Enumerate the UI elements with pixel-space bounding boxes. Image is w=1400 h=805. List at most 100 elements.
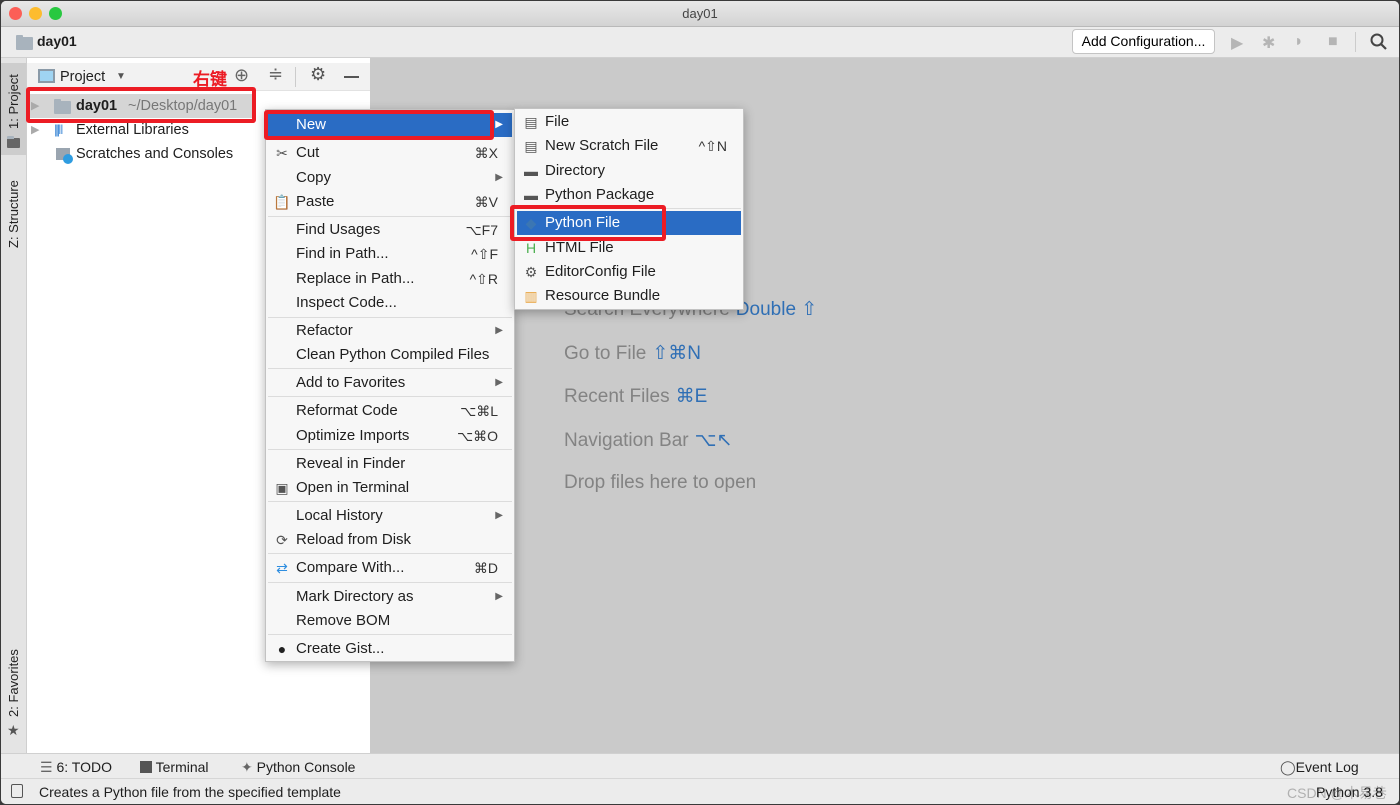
project-view-selector[interactable]: Project xyxy=(60,69,105,85)
shortcut-label: ⌥F7 xyxy=(465,222,498,238)
menu-item-label: New Scratch File xyxy=(545,137,659,154)
menu-item-reload-from-disk[interactable]: ⟳ Reload from Disk xyxy=(268,528,512,552)
todo-tab[interactable]: ☰ 6: TODO xyxy=(40,759,112,776)
debug-icon[interactable]: ✱ xyxy=(1262,33,1275,53)
menu-item-resource-bundle[interactable]: ▥ Resource Bundle xyxy=(517,284,741,308)
menu-item-mark-directory-as[interactable]: Mark Directory as ▶ xyxy=(268,585,512,609)
locate-icon[interactable]: ⊕ xyxy=(234,65,249,86)
annotation-box-new xyxy=(264,110,494,140)
shortcut-label: ^⇧R xyxy=(469,271,498,287)
zoom-button[interactable] xyxy=(49,7,62,20)
reload-icon: ⟳ xyxy=(276,532,288,548)
menu-item-replace-in-path[interactable]: Replace in Path... ^⇧R xyxy=(268,267,512,291)
menu-item-inspect-code[interactable]: Inspect Code... xyxy=(268,291,512,315)
submenu-arrow-icon: ▶ xyxy=(495,119,503,130)
breadcrumb-project[interactable]: day01 xyxy=(37,33,77,49)
menu-item-reveal-in-finder[interactable]: Reveal in Finder xyxy=(268,452,512,476)
menu-item-file[interactable]: ▤ File xyxy=(517,110,741,134)
annotation-box-project xyxy=(26,87,256,123)
menu-item-label: Local History xyxy=(296,507,383,524)
collapse-all-icon[interactable]: ≑ xyxy=(268,64,283,85)
divider xyxy=(295,67,296,87)
menu-item-local-history[interactable]: Local History ▶ xyxy=(268,504,512,528)
menu-item-label: Paste xyxy=(296,193,335,210)
tool-window-bar: ☰ 6: TODO Terminal ✦ Python Console ◯Eve… xyxy=(1,753,1399,779)
menu-item-open-in-terminal[interactable]: ▣ Open in Terminal xyxy=(268,476,512,500)
submenu-arrow-icon: ▶ xyxy=(495,325,503,336)
close-button[interactable] xyxy=(9,7,22,20)
terminal-tab[interactable]: Terminal xyxy=(140,759,209,775)
menu-item-python-package[interactable]: ▬ Python Package xyxy=(517,183,741,207)
menu-item-label: Clean Python Compiled Files xyxy=(296,346,490,363)
gear-icon: ⚙ xyxy=(524,264,538,280)
shortcut-label: ⌘D xyxy=(473,560,498,576)
menu-item-new-scratch-file[interactable]: ▤ New Scratch File ^⇧N xyxy=(517,134,741,158)
hint-recent-files: Recent Files ⌘E xyxy=(564,386,708,407)
left-tool-strip: 1: Project Z: Structure 2: Favorites ★ xyxy=(1,58,27,753)
annotation-box-python-file xyxy=(510,205,666,241)
run-icon[interactable]: ▶ xyxy=(1231,33,1243,53)
menu-item-label: Replace in Path... xyxy=(296,270,415,287)
menu-item-find-usages[interactable]: Find Usages ⌥F7 xyxy=(268,218,512,242)
menu-item-label: Add to Favorites xyxy=(296,374,406,391)
search-icon[interactable] xyxy=(1370,33,1388,51)
menu-item-compare-with[interactable]: ⇄ Compare With... ⌘D xyxy=(268,556,512,580)
minimize-button[interactable] xyxy=(29,7,42,20)
menu-item-reformat-code[interactable]: Reformat Code ⌥⌘L xyxy=(268,399,512,423)
menu-item-label: Reveal in Finder xyxy=(296,455,406,472)
hide-icon[interactable] xyxy=(344,76,359,78)
menu-item-label: Open in Terminal xyxy=(296,479,410,496)
menu-item-paste[interactable]: 📋 Paste ⌘V xyxy=(268,190,512,214)
project-view-icon xyxy=(38,69,55,83)
menu-item-label: Resource Bundle xyxy=(545,287,661,304)
menu-separator xyxy=(268,634,512,635)
menu-separator xyxy=(268,501,512,502)
hint-drop-files: Drop files here to open xyxy=(564,472,757,493)
menu-item-label: Reload from Disk xyxy=(296,531,412,548)
menu-item-label: Copy xyxy=(296,169,332,186)
menu-item-cut[interactable]: ✂ Cut ⌘X xyxy=(268,141,512,165)
add-configuration-button[interactable]: Add Configuration... xyxy=(1072,29,1215,54)
clipboard-icon: 📋 xyxy=(273,194,291,210)
menu-separator xyxy=(268,582,512,583)
menu-item-label: Optimize Imports xyxy=(296,427,410,444)
menu-item-clean-python-compiled-files[interactable]: Clean Python Compiled Files xyxy=(268,343,512,367)
status-bar: Creates a Python file from the specified… xyxy=(1,778,1399,804)
star-icon: ★ xyxy=(7,722,20,738)
python-console-tab[interactable]: ✦ Python Console xyxy=(241,759,355,776)
submenu-arrow-icon: ▶ xyxy=(495,510,503,521)
tab-structure[interactable]: Z: Structure xyxy=(3,173,25,255)
folder-icon: ▬ xyxy=(524,163,538,179)
tab-favorites[interactable]: 2: Favorites xyxy=(3,643,25,723)
menu-item-copy[interactable]: Copy ▶ xyxy=(268,166,512,190)
menu-item-label: Create Gist... xyxy=(296,640,385,657)
menu-item-find-in-path[interactable]: Find in Path... ^⇧F xyxy=(268,242,512,266)
hint-go-to-file: Go to File ⇧⌘N xyxy=(564,343,702,364)
menu-item-optimize-imports[interactable]: Optimize Imports ⌥⌘O xyxy=(268,424,512,448)
chevron-down-icon[interactable]: ▼ xyxy=(116,71,126,82)
event-log-tab[interactable]: ◯Event Log xyxy=(1280,759,1359,776)
menu-item-editorconfig-file[interactable]: ⚙ EditorConfig File xyxy=(517,260,741,284)
submenu-arrow-icon: ▶ xyxy=(495,172,503,183)
python-icon: ✦ xyxy=(241,759,257,775)
menu-item-create-gist[interactable]: ● Create Gist... xyxy=(268,637,512,661)
menu-item-label: Directory xyxy=(545,162,606,179)
interpreter-selector[interactable]: Python 3.8 xyxy=(1316,784,1383,800)
tab-project[interactable]: 1: Project xyxy=(3,70,25,134)
stop-icon[interactable]: ■ xyxy=(1328,33,1338,51)
menu-item-label: Find in Path... xyxy=(296,245,389,262)
menu-item-label: Refactor xyxy=(296,322,353,339)
menu-item-label: Python Package xyxy=(545,186,655,203)
menu-item-label: EditorConfig File xyxy=(545,263,656,280)
file-icon: ▤ xyxy=(524,114,538,130)
menu-item-refactor[interactable]: Refactor ▶ xyxy=(268,319,512,343)
menu-item-add-to-favorites[interactable]: Add to Favorites ▶ xyxy=(268,371,512,395)
menu-item-directory[interactable]: ▬ Directory xyxy=(517,159,741,183)
scratch-file-icon: ▤ xyxy=(524,138,538,154)
gear-icon[interactable]: ⚙ xyxy=(310,64,326,85)
github-icon: ● xyxy=(277,641,287,657)
menu-item-remove-bom[interactable]: Remove BOM xyxy=(268,609,512,633)
coverage-icon[interactable]: ◗ xyxy=(1294,33,1304,51)
toggle-tool-windows-icon[interactable] xyxy=(11,784,23,798)
menu-item-label: Cut xyxy=(296,144,320,161)
